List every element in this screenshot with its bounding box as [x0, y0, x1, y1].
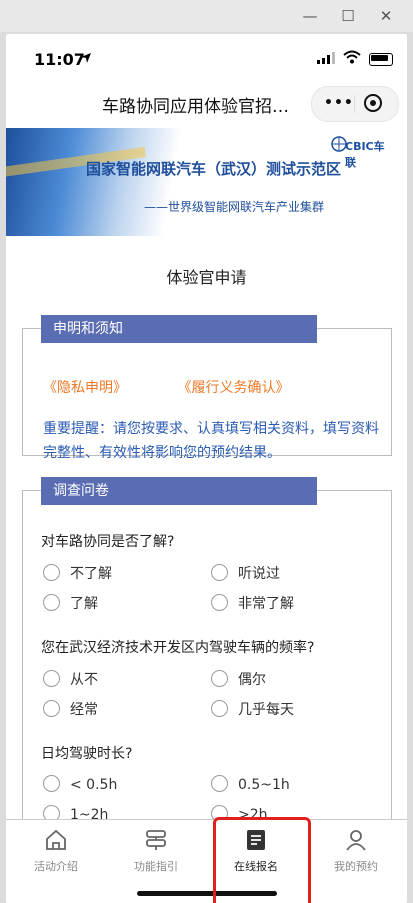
- radio-circle[interactable]: [211, 594, 228, 611]
- home-icon: [46, 829, 66, 850]
- radio-circle[interactable]: [211, 564, 228, 581]
- option-radio[interactable]: 从不: [43, 669, 98, 689]
- option-label: < 0.5h: [70, 777, 118, 793]
- signpost-icon: [146, 830, 166, 850]
- tab-function-guide[interactable]: 功能指引: [106, 820, 206, 878]
- option-label: 偶尔: [238, 672, 266, 688]
- option-label: 非常了解: [238, 596, 294, 612]
- option-radio[interactable]: 几乎每天: [211, 699, 294, 719]
- radio-circle[interactable]: [43, 775, 60, 792]
- option-radio[interactable]: 偶尔: [211, 669, 266, 689]
- question-1: 对车路协同是否了解?: [41, 534, 175, 550]
- close-mini-program-icon[interactable]: [364, 94, 382, 112]
- option-label: 不了解: [70, 566, 112, 582]
- capsule-divider: [354, 95, 355, 113]
- option-radio[interactable]: 不了解: [43, 563, 112, 583]
- option-label: 了解: [70, 596, 98, 612]
- window-titlebar: — ☐ ✕: [0, 0, 413, 32]
- option-radio[interactable]: 非常了解: [211, 593, 294, 613]
- question-3: 日均驾驶时长?: [41, 746, 133, 762]
- option-radio[interactable]: 经常: [43, 699, 98, 719]
- option-label: 几乎每天: [238, 702, 294, 718]
- nav-title: 车路协同应用体验官招…: [102, 97, 289, 117]
- obligation-link[interactable]: 《履行义务确认》: [177, 380, 289, 396]
- tab-bar: 活动介绍 功能指引 在线报名 我的预约: [6, 819, 407, 903]
- close-window-button[interactable]: ✕: [376, 6, 396, 26]
- question-2: 您在武汉经济技术开发区内驾驶车辆的频率?: [41, 640, 315, 656]
- cbic-logo: CBIC车联: [331, 134, 393, 169]
- privacy-link[interactable]: 《隐私申明》: [43, 380, 127, 396]
- mini-program-navbar: 车路协同应用体验官招… •••: [6, 84, 407, 128]
- status-time: 11:07: [34, 50, 85, 69]
- tab-label: 活动介绍: [34, 860, 78, 873]
- radio-circle[interactable]: [43, 670, 60, 687]
- banner-subtitle: ——世界级智能网联汽车产业集群: [144, 200, 325, 214]
- maximize-button[interactable]: ☐: [338, 6, 358, 26]
- user-icon: [346, 830, 366, 851]
- option-label: 听说过: [238, 566, 280, 582]
- declaration-card: 申明和须知 《隐私申明》 《履行义务确认》 重要提醒：请您按要求、认真填写相关资…: [22, 315, 392, 461]
- battery-icon: [369, 53, 393, 66]
- capsule-menu: •••: [311, 86, 399, 122]
- minimize-button[interactable]: —: [300, 6, 320, 26]
- page-title: 体验官申请: [166, 268, 247, 287]
- phone-screen: 11:07 车路协同应用体验官招… ••• CBIC车联 国家智能网联汽车（武汉…: [6, 34, 407, 903]
- option-label: 经常: [70, 702, 98, 718]
- option-radio[interactable]: 听说过: [211, 563, 280, 583]
- location-arrow-icon: [81, 53, 91, 63]
- tab-label: 我的预约: [334, 860, 378, 873]
- tab-my-appointments[interactable]: 我的预约: [306, 820, 406, 878]
- option-label: 0.5~1h: [238, 777, 290, 793]
- important-notice: 重要提醒：请您按要求、认真填写相关资料，填写资料完整性、有效性将影响您的预约结果…: [43, 421, 379, 461]
- logo-text: CBIC车联: [345, 140, 385, 169]
- highlight-box: [213, 817, 311, 903]
- option-radio[interactable]: 0.5~1h: [211, 775, 290, 793]
- status-bar: 11:07: [6, 34, 407, 84]
- tab-label: 功能指引: [134, 860, 178, 873]
- option-radio[interactable]: 了解: [43, 593, 98, 613]
- option-label: 从不: [70, 672, 98, 688]
- wifi-icon: [343, 50, 361, 64]
- radio-circle[interactable]: [43, 594, 60, 611]
- radio-circle[interactable]: [43, 700, 60, 717]
- tab-activity-intro[interactable]: 活动介绍: [6, 820, 106, 878]
- survey-header: 调查问卷: [41, 477, 317, 505]
- option-radio[interactable]: < 0.5h: [43, 775, 117, 793]
- radio-circle[interactable]: [211, 700, 228, 717]
- radio-circle[interactable]: [211, 775, 228, 792]
- signal-icon: [317, 52, 335, 64]
- radio-circle[interactable]: [43, 564, 60, 581]
- banner-title: 国家智能网联汽车（武汉）测试示范区: [86, 160, 342, 178]
- survey-card: 调查问卷 对车路协同是否了解? 不了解 听说过 了解 非常了解 您在武汉经济技术…: [22, 477, 392, 851]
- declaration-header: 申明和须知: [41, 315, 317, 343]
- more-icon[interactable]: •••: [324, 95, 354, 111]
- banner: CBIC车联 国家智能网联汽车（武汉）测试示范区 ——世界级智能网联汽车产业集群: [6, 128, 407, 236]
- declaration-links: 《隐私申明》 《履行义务确认》: [43, 377, 335, 397]
- radio-circle[interactable]: [211, 670, 228, 687]
